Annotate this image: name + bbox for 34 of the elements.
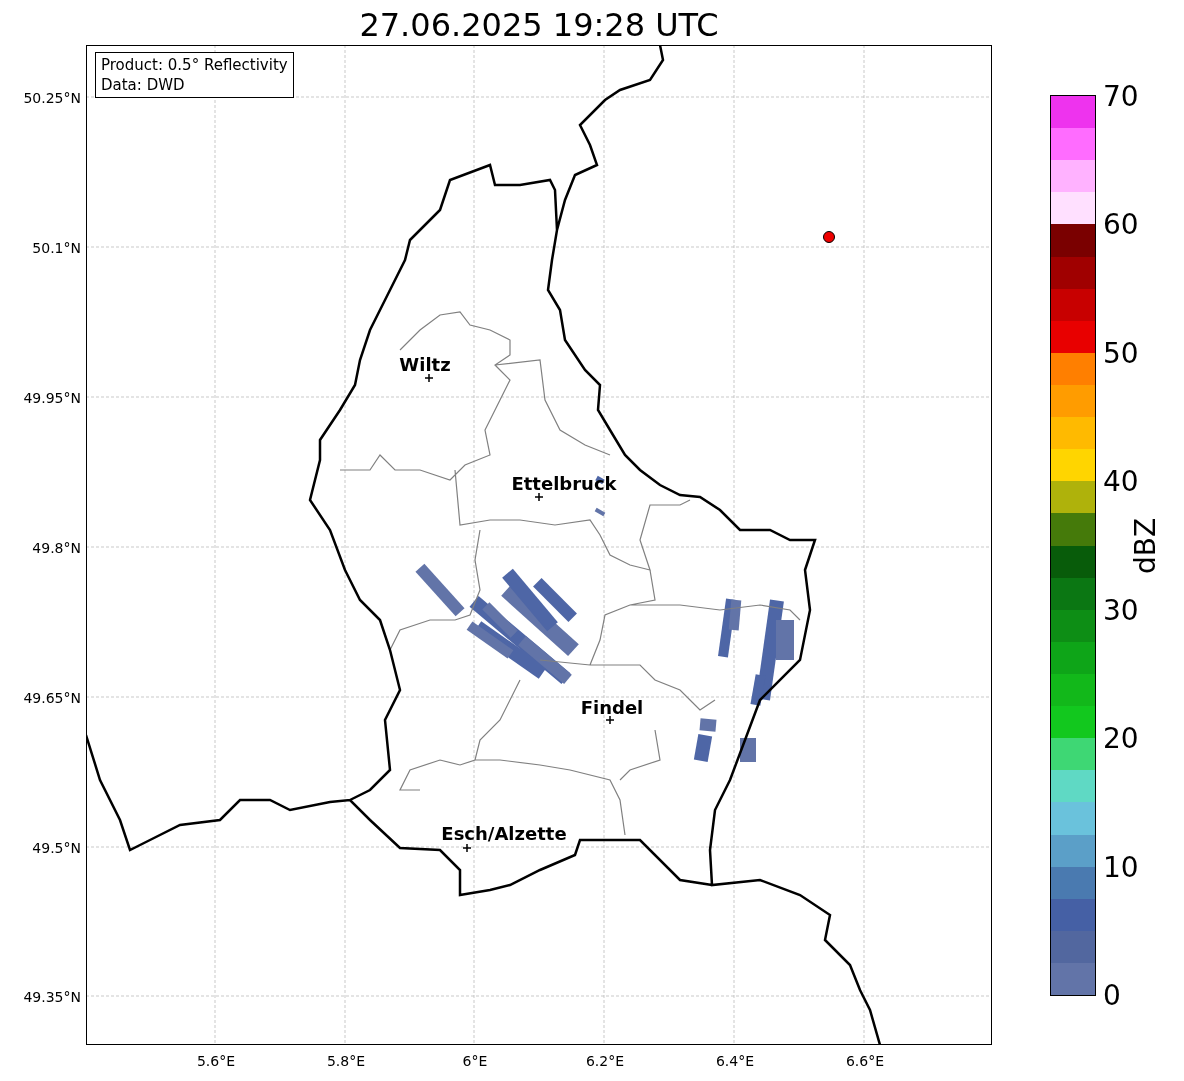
city-marker-icon xyxy=(605,715,615,725)
chart-title: 27.06.2025 19:28 UTC xyxy=(358,5,720,45)
longitude-label: 6°E xyxy=(462,1053,488,1069)
city-marker-icon xyxy=(424,373,434,383)
latitude-label: 49.8°N xyxy=(32,540,81,556)
latitude-label: 49.95°N xyxy=(23,390,81,406)
longitude-label: 5.8°E xyxy=(326,1053,366,1069)
city-marker-icon xyxy=(462,843,472,853)
colorbar-tick-label: 20 xyxy=(1103,721,1139,755)
latitude-label: 50.1°N xyxy=(32,240,81,256)
longitude-label: 6.4°E xyxy=(715,1053,755,1069)
colorbar-tick-label: 60 xyxy=(1103,207,1139,241)
colorbar-tick-label: 10 xyxy=(1103,850,1139,884)
latitude-label: 50.25°N xyxy=(23,90,81,106)
location-marker xyxy=(823,231,835,243)
colorbar-label: dBZ xyxy=(1128,517,1162,574)
colorbar-tick-label: 0 xyxy=(1103,978,1121,1012)
longitude-label: 5.6°E xyxy=(196,1053,236,1069)
colorbar-tick-label: 30 xyxy=(1103,593,1139,627)
city-label: Ettelbruck xyxy=(511,473,617,494)
city-marker-icon xyxy=(534,492,544,502)
info-text: Data: DWD xyxy=(101,75,186,95)
colorbar-tick-label: 50 xyxy=(1103,336,1139,370)
latitude-label: 49.35°N xyxy=(23,989,81,1005)
latitude-label: 49.65°N xyxy=(23,690,81,706)
info-text: Product: 0.5° Reflectivity xyxy=(101,55,288,75)
colorbar-tick-label: 70 xyxy=(1103,79,1139,113)
latitude-label: 49.5°N xyxy=(32,840,81,856)
longitude-label: 6.6°E xyxy=(845,1053,885,1069)
city-label: Wiltz xyxy=(399,354,451,375)
city-label: Esch/Alzette xyxy=(441,823,567,844)
city-label: Findel xyxy=(580,697,644,718)
colorbar-tick-label: 40 xyxy=(1103,464,1139,498)
longitude-label: 6.2°E xyxy=(585,1053,625,1069)
